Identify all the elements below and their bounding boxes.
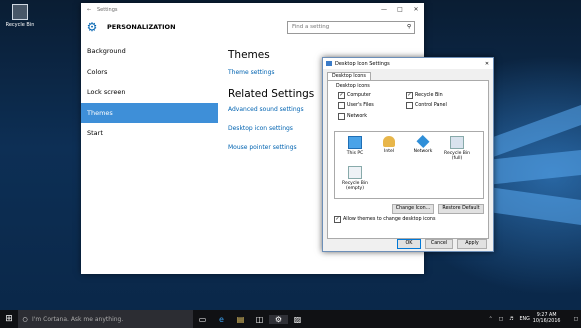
- icon-list: This PC Intel Network Recycle Bin (full)…: [334, 131, 484, 199]
- gear-icon: ⚙: [86, 20, 98, 34]
- title-bar: ← Settings — □ ✕: [81, 3, 424, 16]
- icon-recycle-bin-empty[interactable]: Recycle Bin (empty): [341, 166, 369, 191]
- checkmark-icon: ✓: [406, 92, 413, 99]
- system-tray: ⌃ □ ♬ ENG 9:27 AM 10/16/2016 □: [486, 313, 581, 325]
- nav-item-lock-screen[interactable]: Lock screen: [81, 82, 218, 103]
- ok-button[interactable]: OK: [397, 239, 421, 249]
- checkmark-icon: ✓: [338, 92, 345, 99]
- settings-content: Themes Theme settings Related Settings A…: [228, 49, 314, 163]
- windows-start-icon[interactable]: ⊞: [0, 314, 18, 324]
- edge-icon[interactable]: e: [212, 315, 231, 324]
- store-icon[interactable]: ◫: [250, 315, 269, 324]
- desktop-recycle-bin[interactable]: Recycle Bin: [2, 4, 38, 28]
- icon-label: Network: [413, 149, 433, 154]
- icon-label: This PC: [346, 151, 364, 156]
- nav-item-start[interactable]: Start: [81, 123, 218, 144]
- cortana-placeholder: I'm Cortana. Ask me anything.: [32, 315, 124, 323]
- checkbox-label: Recycle Bin: [415, 93, 443, 98]
- back-arrow-icon[interactable]: ←: [87, 7, 97, 13]
- change-icon-button[interactable]: Change Icon...: [392, 204, 434, 214]
- desktop-icon-settings-dialog: Desktop Icon Settings ✕ Desktop Icons De…: [322, 57, 494, 252]
- checkbox-control-panel[interactable]: Control Panel: [406, 102, 447, 109]
- cancel-button[interactable]: Cancel: [425, 239, 453, 249]
- icon-label: Intel: [384, 149, 394, 154]
- network-tray-icon[interactable]: □: [499, 317, 504, 322]
- icon-recycle-bin-full[interactable]: Recycle Bin (full): [443, 136, 471, 161]
- settings-taskbar-icon[interactable]: ⚙: [269, 314, 288, 324]
- dialog-title: Desktop Icon Settings: [335, 60, 390, 67]
- dialog-title-bar: Desktop Icon Settings ✕: [323, 58, 493, 69]
- task-view-icon[interactable]: ▭: [193, 315, 212, 324]
- display-settings-icon[interactable]: ▨: [288, 315, 307, 324]
- computer-icon: [348, 136, 362, 149]
- restore-default-button[interactable]: Restore Default: [438, 204, 484, 214]
- themes-heading: Themes: [228, 49, 270, 61]
- search-input[interactable]: Find a setting ⚲: [287, 20, 415, 34]
- checkbox-label: Network: [347, 114, 368, 119]
- checkbox-label: Control Panel: [415, 103, 447, 108]
- user-folder-icon: [383, 136, 395, 147]
- settings-nav: Background Colors Lock screen Themes Sta…: [81, 41, 218, 144]
- icon-label: Recycle Bin (full): [444, 151, 470, 161]
- recycle-bin-empty-icon: [348, 166, 362, 179]
- file-explorer-icon[interactable]: ▤: [231, 315, 250, 324]
- advanced-sound-link[interactable]: Advanced sound settings: [228, 106, 314, 113]
- checkbox-label: Allow themes to change desktop icons: [343, 217, 436, 222]
- clock-date: 10/16/2016: [532, 319, 561, 324]
- nav-item-themes[interactable]: Themes: [81, 102, 218, 123]
- chevron-up-icon[interactable]: ⌃: [489, 317, 493, 322]
- checkbox-recycle-bin[interactable]: ✓ Recycle Bin: [406, 92, 443, 99]
- checkbox-label: Computer: [347, 93, 371, 98]
- checkbox-network[interactable]: Network: [338, 113, 367, 120]
- recycle-bin-full-icon: [450, 136, 464, 149]
- checkbox-label: User's Files: [347, 103, 374, 108]
- dialog-close-icon[interactable]: ✕: [481, 61, 493, 67]
- volume-icon[interactable]: ♬: [509, 317, 513, 322]
- settings-header: ⚙ PERSONALIZATION Find a setting ⚲: [81, 16, 424, 38]
- clock[interactable]: 9:27 AM 10/16/2016: [533, 313, 561, 325]
- checkbox-box: [338, 102, 345, 109]
- icon-network[interactable]: Network: [409, 134, 437, 154]
- theme-settings-link[interactable]: Theme settings: [228, 69, 314, 76]
- cortana-search[interactable]: ○ I'm Cortana. Ask me anything.: [18, 310, 193, 328]
- minimize-icon[interactable]: —: [376, 6, 392, 13]
- checkmark-icon: ✓: [334, 216, 341, 223]
- icon-this-pc[interactable]: This PC: [341, 136, 369, 156]
- related-settings-heading: Related Settings: [228, 88, 315, 100]
- mouse-pointer-link[interactable]: Mouse pointer settings: [228, 144, 314, 151]
- nav-item-background[interactable]: Background: [81, 41, 218, 62]
- group-label: Desktop icons: [336, 84, 370, 89]
- window-title: Settings: [97, 6, 118, 13]
- checkbox-allow-themes[interactable]: ✓ Allow themes to change desktop icons: [334, 216, 435, 223]
- checkbox-computer[interactable]: ✓ Computer: [338, 92, 371, 99]
- desktop-icon-settings-link[interactable]: Desktop icon settings: [228, 125, 314, 132]
- icon-label: Recycle Bin (empty): [342, 181, 368, 191]
- search-icon[interactable]: ⚲: [404, 24, 414, 30]
- language-indicator[interactable]: ENG: [519, 317, 529, 322]
- checkbox-users-files[interactable]: User's Files: [338, 102, 374, 109]
- action-center-icon[interactable]: □: [573, 317, 578, 322]
- recycle-bin-icon: [12, 4, 28, 20]
- page-title: PERSONALIZATION: [107, 23, 176, 31]
- apply-button[interactable]: Apply: [457, 239, 487, 249]
- dialog-app-icon: [326, 61, 332, 66]
- taskbar: ⊞ ○ I'm Cortana. Ask me anything. ▭ e ▤ …: [0, 310, 581, 328]
- dialog-panel: Desktop icons ✓ Computer ✓ Recycle Bin U…: [327, 80, 489, 239]
- desktop-icon-label: Recycle Bin: [5, 22, 35, 28]
- search-placeholder: Find a setting: [292, 24, 330, 30]
- maximize-icon[interactable]: □: [392, 6, 408, 13]
- network-icon: [416, 134, 430, 149]
- close-icon[interactable]: ✕: [408, 6, 424, 13]
- checkbox-box: [338, 113, 345, 120]
- tab-desktop-icons[interactable]: Desktop Icons: [327, 72, 371, 80]
- nav-item-colors[interactable]: Colors: [81, 62, 218, 83]
- cortana-icon: ○: [22, 315, 28, 323]
- icon-intel[interactable]: Intel: [375, 136, 403, 154]
- checkbox-box: [406, 102, 413, 109]
